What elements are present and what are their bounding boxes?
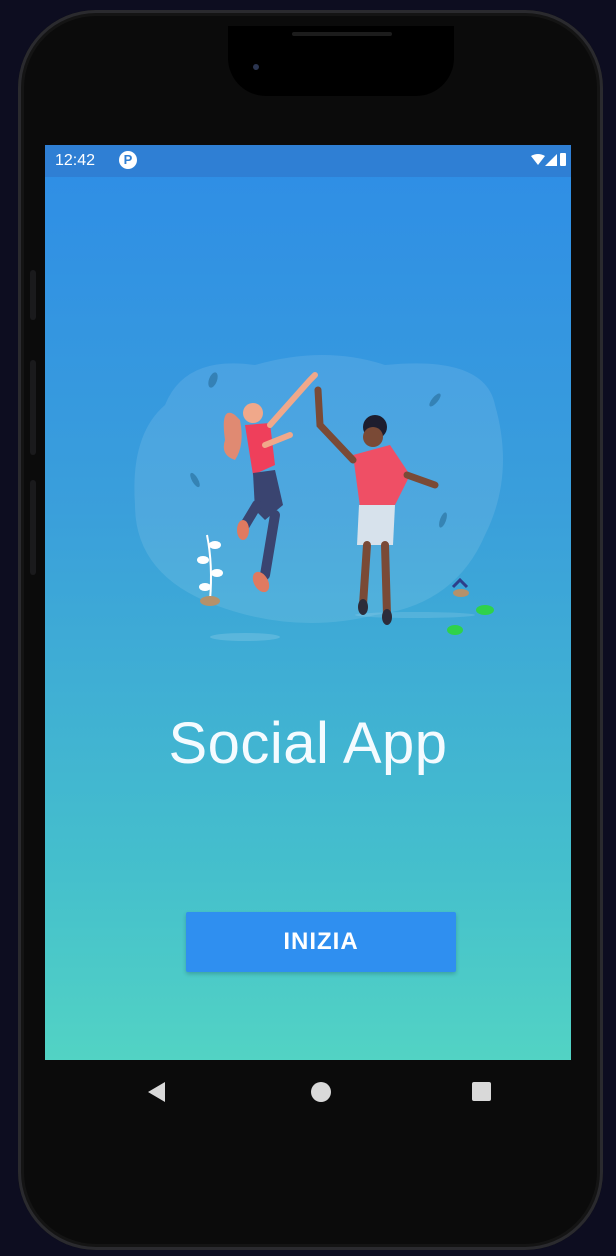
signal-icon bbox=[545, 154, 557, 166]
high-five-people-illustration bbox=[134, 355, 503, 641]
app-screen: 12:42 P Social App INIZIA bbox=[45, 145, 571, 1060]
speaker-grille bbox=[292, 32, 392, 36]
p-circle-icon: P bbox=[119, 151, 137, 169]
navigation-bar bbox=[45, 1060, 571, 1120]
wifi-icon bbox=[531, 154, 545, 165]
app-title: Social App bbox=[168, 711, 448, 776]
notch bbox=[228, 26, 454, 96]
status-bar: 12:42 P bbox=[45, 145, 571, 177]
start-button[interactable]: INIZIA bbox=[186, 912, 456, 972]
back-triangle-icon[interactable] bbox=[148, 1082, 165, 1102]
camera-icon bbox=[253, 64, 259, 70]
volume-down-button bbox=[30, 480, 36, 575]
home-circle-icon[interactable] bbox=[311, 1082, 331, 1102]
status-time: 12:42 bbox=[55, 152, 96, 169]
battery-icon bbox=[560, 153, 566, 166]
volume-up-button bbox=[30, 360, 36, 455]
silent-switch bbox=[30, 270, 36, 320]
recent-square-icon[interactable] bbox=[472, 1082, 491, 1101]
